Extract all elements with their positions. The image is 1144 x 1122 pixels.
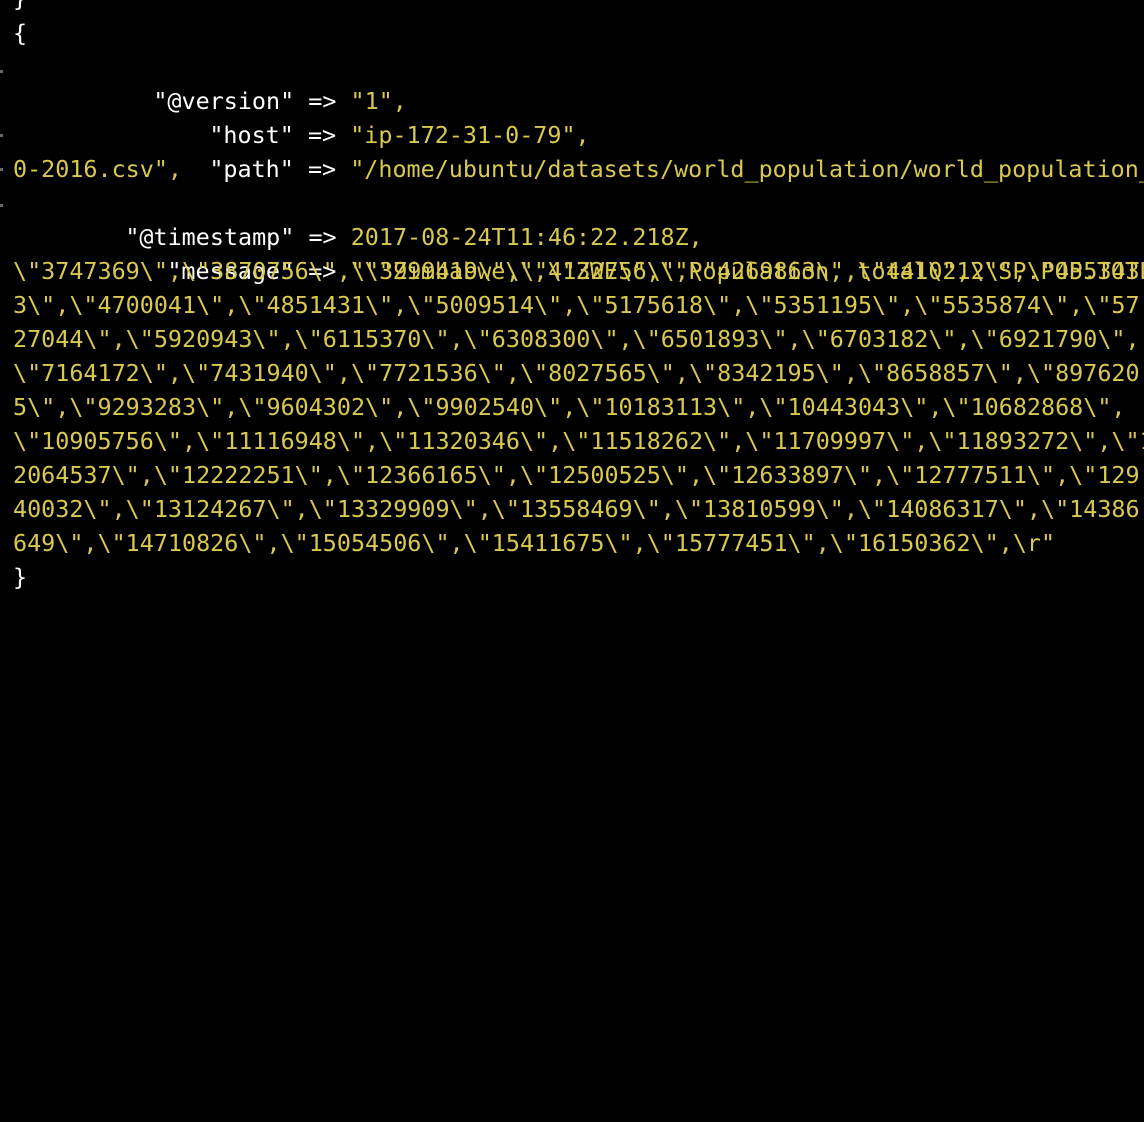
message-line: 2064537\",\"12222251\",\"12366165\",\"12… — [13, 461, 1140, 489]
field-value: "/home/ubuntu/datasets/world_population/… — [350, 155, 1144, 183]
message-line: \"7164172\",\"7431940\",\"7721536\",\"80… — [13, 359, 1140, 387]
terminal-output[interactable]: } { "@version" => "1", "host" => "ip-172… — [0, 0, 1144, 600]
message-line: 649\",\"14710826\",\"15054506\",\"154116… — [13, 529, 1056, 557]
message-line: 40032\",\"13124267\",\"13329909\",\"1355… — [13, 495, 1140, 523]
message-line: \"3747369\",\"3870756\",\"3999419\",\"41… — [13, 257, 1140, 285]
message-line: 5\",\"9293283\",\"9604302\",\"9902540\",… — [13, 393, 1126, 421]
field-path-continuation: 0-2016.csv", — [13, 155, 182, 183]
field-arrow: => — [307, 155, 337, 183]
gutter-marker — [0, 134, 3, 137]
message-line: 3\",\"4700041\",\"4851431\",\"5009514\",… — [13, 291, 1140, 319]
gutter-marker — [0, 70, 3, 73]
closing-brace-previous: } — [13, 0, 27, 15]
gutter-marker — [0, 204, 3, 207]
field-timestamp: "@timestamp" => 2017-08-24T11:46:22.218Z… — [69, 186, 702, 251]
field-host: "host" => "ip-172-31-0-79", — [153, 84, 589, 149]
gutter-marker — [0, 168, 3, 171]
field-key: "path" — [209, 155, 294, 183]
message-line: \"10905756\",\"11116948\",\"11320346\",\… — [13, 427, 1144, 455]
field-version: "@version" => "1", — [97, 50, 407, 115]
field-message: "message" => "\"Zimbabwe\",\"ZWE\",\"Pop… — [111, 220, 1144, 285]
message-line: 27044\",\"5920943\",\"6115370\",\"630830… — [13, 325, 1140, 353]
close-brace: } — [13, 563, 28, 591]
field-path: "path" => "/home/ubuntu/datasets/world_p… — [153, 118, 1144, 183]
open-brace: { — [13, 19, 28, 47]
